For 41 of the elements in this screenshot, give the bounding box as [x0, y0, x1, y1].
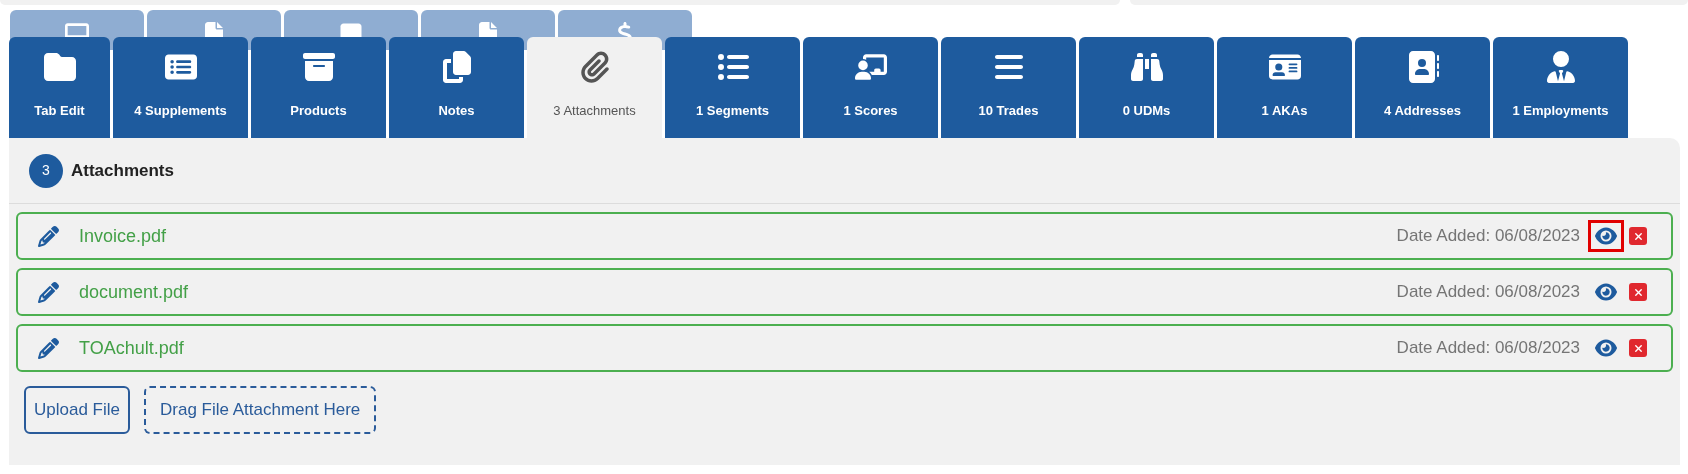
count-badge: 3 — [29, 153, 63, 188]
eye-icon — [1595, 337, 1617, 359]
tab[interactable]: 0 UDMs — [1079, 37, 1214, 138]
delete-button[interactable] — [1629, 339, 1647, 357]
tab[interactable]: 1 AKAs — [1217, 37, 1352, 138]
folder-icon — [43, 51, 76, 83]
date-added: Date Added: 06/08/2023 — [1396, 337, 1580, 360]
tab[interactable]: Notes — [389, 37, 524, 138]
upload-button[interactable]: Upload File — [24, 386, 130, 434]
tab[interactable]: Tab Edit — [9, 37, 110, 138]
tab[interactable]: 1 Segments — [665, 37, 800, 138]
binoculars-icon — [1130, 51, 1163, 83]
close-icon — [1632, 230, 1644, 242]
tab[interactable]: 10 Trades — [941, 37, 1076, 138]
edit-icon[interactable] — [38, 281, 59, 303]
presentation-icon — [854, 51, 887, 83]
eye-icon — [1595, 281, 1617, 303]
eye-icon — [1595, 225, 1617, 247]
tab[interactable]: 4 Supplements — [113, 37, 248, 138]
close-icon — [1632, 286, 1644, 298]
edit-icon[interactable] — [38, 225, 59, 247]
tab[interactable]: Products — [251, 37, 386, 138]
delete-button[interactable] — [1629, 283, 1647, 301]
paperclip-icon — [578, 51, 611, 83]
close-icon — [1632, 342, 1644, 354]
view-button[interactable] — [1588, 220, 1624, 252]
list-icon — [716, 51, 749, 83]
address-book-icon — [1406, 51, 1439, 83]
edit-icon[interactable] — [38, 337, 59, 359]
tab[interactable]: 3 Attachments — [527, 37, 662, 138]
person-icon — [1544, 51, 1577, 83]
drop-zone[interactable]: Drag File Attachment Here — [144, 386, 377, 434]
date-added: Date Added: 06/08/2023 — [1396, 281, 1580, 304]
copy-icon — [440, 51, 473, 83]
tab[interactable]: 1 Employments — [1493, 37, 1628, 138]
tab[interactable]: 1 Scores — [803, 37, 938, 138]
section-title: Attachments — [71, 159, 174, 182]
delete-button[interactable] — [1629, 227, 1647, 245]
box-icon — [302, 51, 335, 83]
date-added: Date Added: 06/08/2023 — [1396, 225, 1580, 248]
tab[interactable]: 4 Addresses — [1355, 37, 1490, 138]
